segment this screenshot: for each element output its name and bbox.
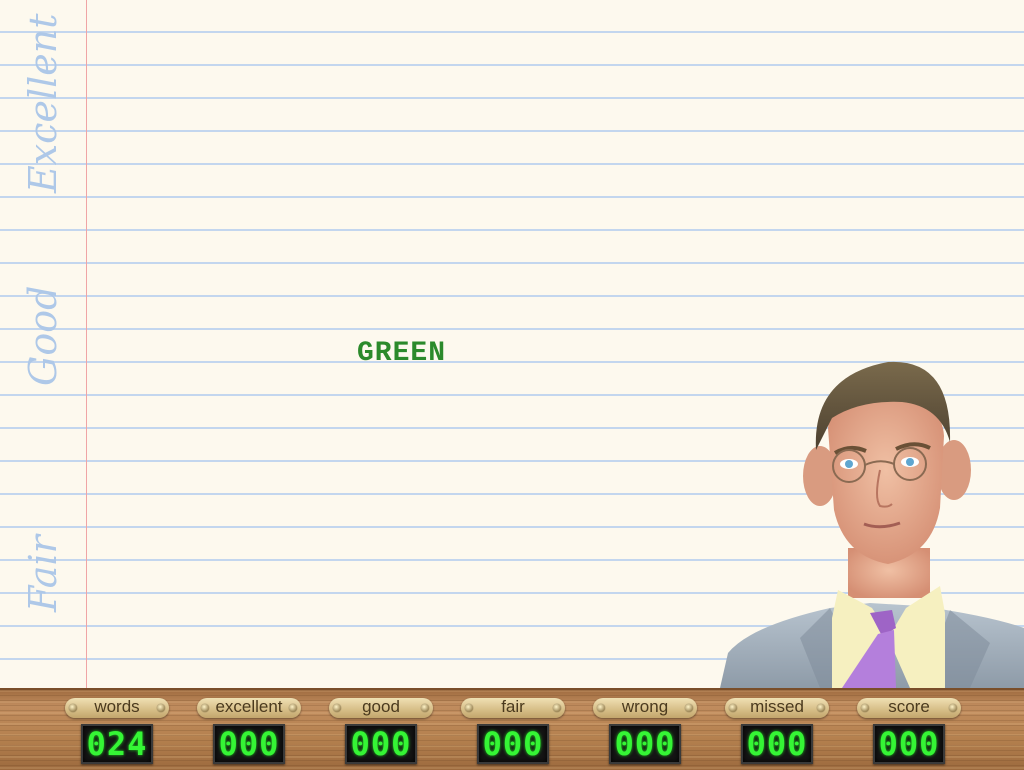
margin-line [86,0,87,688]
screw-icon [729,704,737,712]
screw-icon [949,704,957,712]
zone-label-fair: Fair [21,535,65,612]
counter-label-plate: words [65,697,169,718]
counter-label: words [94,697,140,716]
scoreboard: words 024 excellent 000 good 000 fair 00… [0,688,1024,770]
counter-value: 000 [218,725,280,763]
counter-value: 000 [350,725,412,763]
counter-missed: missed 000 [725,697,857,770]
counter-words: words 024 [65,697,197,770]
screw-icon [157,704,165,712]
counter-value: 000 [482,725,544,763]
counter-display: 000 [741,724,813,764]
counter-label-plate: excellent [197,697,301,718]
counter-value: 024 [86,725,148,763]
counter-fair: fair 000 [461,697,593,770]
screw-icon [685,704,693,712]
counter-label-plate: missed [725,697,829,718]
screw-icon [421,704,429,712]
screw-icon [817,704,825,712]
counter-excellent: excellent 000 [197,697,329,770]
counter-display: 000 [609,724,681,764]
counter-label: fair [501,697,525,716]
counter-label: score [888,697,930,716]
counter-label-plate: fair [461,697,565,718]
zone-label-good: Good [21,285,65,386]
screw-icon [289,704,297,712]
screw-icon [201,704,209,712]
counter-label: excellent [215,697,283,716]
screw-icon [69,704,77,712]
screw-icon [597,704,605,712]
counter-display: 024 [81,724,153,764]
zone-label-excellent: Excellent [21,13,65,193]
screw-icon [861,704,869,712]
counter-value: 000 [746,725,808,763]
screw-icon [553,704,561,712]
counter-label-plate: wrong [593,697,697,718]
counter-label-plate: score [857,697,961,718]
screw-icon [465,704,473,712]
counter-wrong: wrong 000 [593,697,725,770]
counter-display: 000 [213,724,285,764]
counter-score: score 000 [857,697,989,770]
counter-label-plate: good [329,697,433,718]
counter-value: 000 [614,725,676,763]
counter-label: missed [750,697,804,716]
counter-label: good [362,697,400,716]
counter-value: 000 [878,725,940,763]
screw-icon [333,704,341,712]
falling-word: GREEN [357,338,447,369]
counter-good: good 000 [329,697,461,770]
counter-display: 000 [873,724,945,764]
counter-display: 000 [477,724,549,764]
teacher-portrait [720,361,1024,688]
counter-display: 000 [345,724,417,764]
counter-label: wrong [621,697,669,716]
